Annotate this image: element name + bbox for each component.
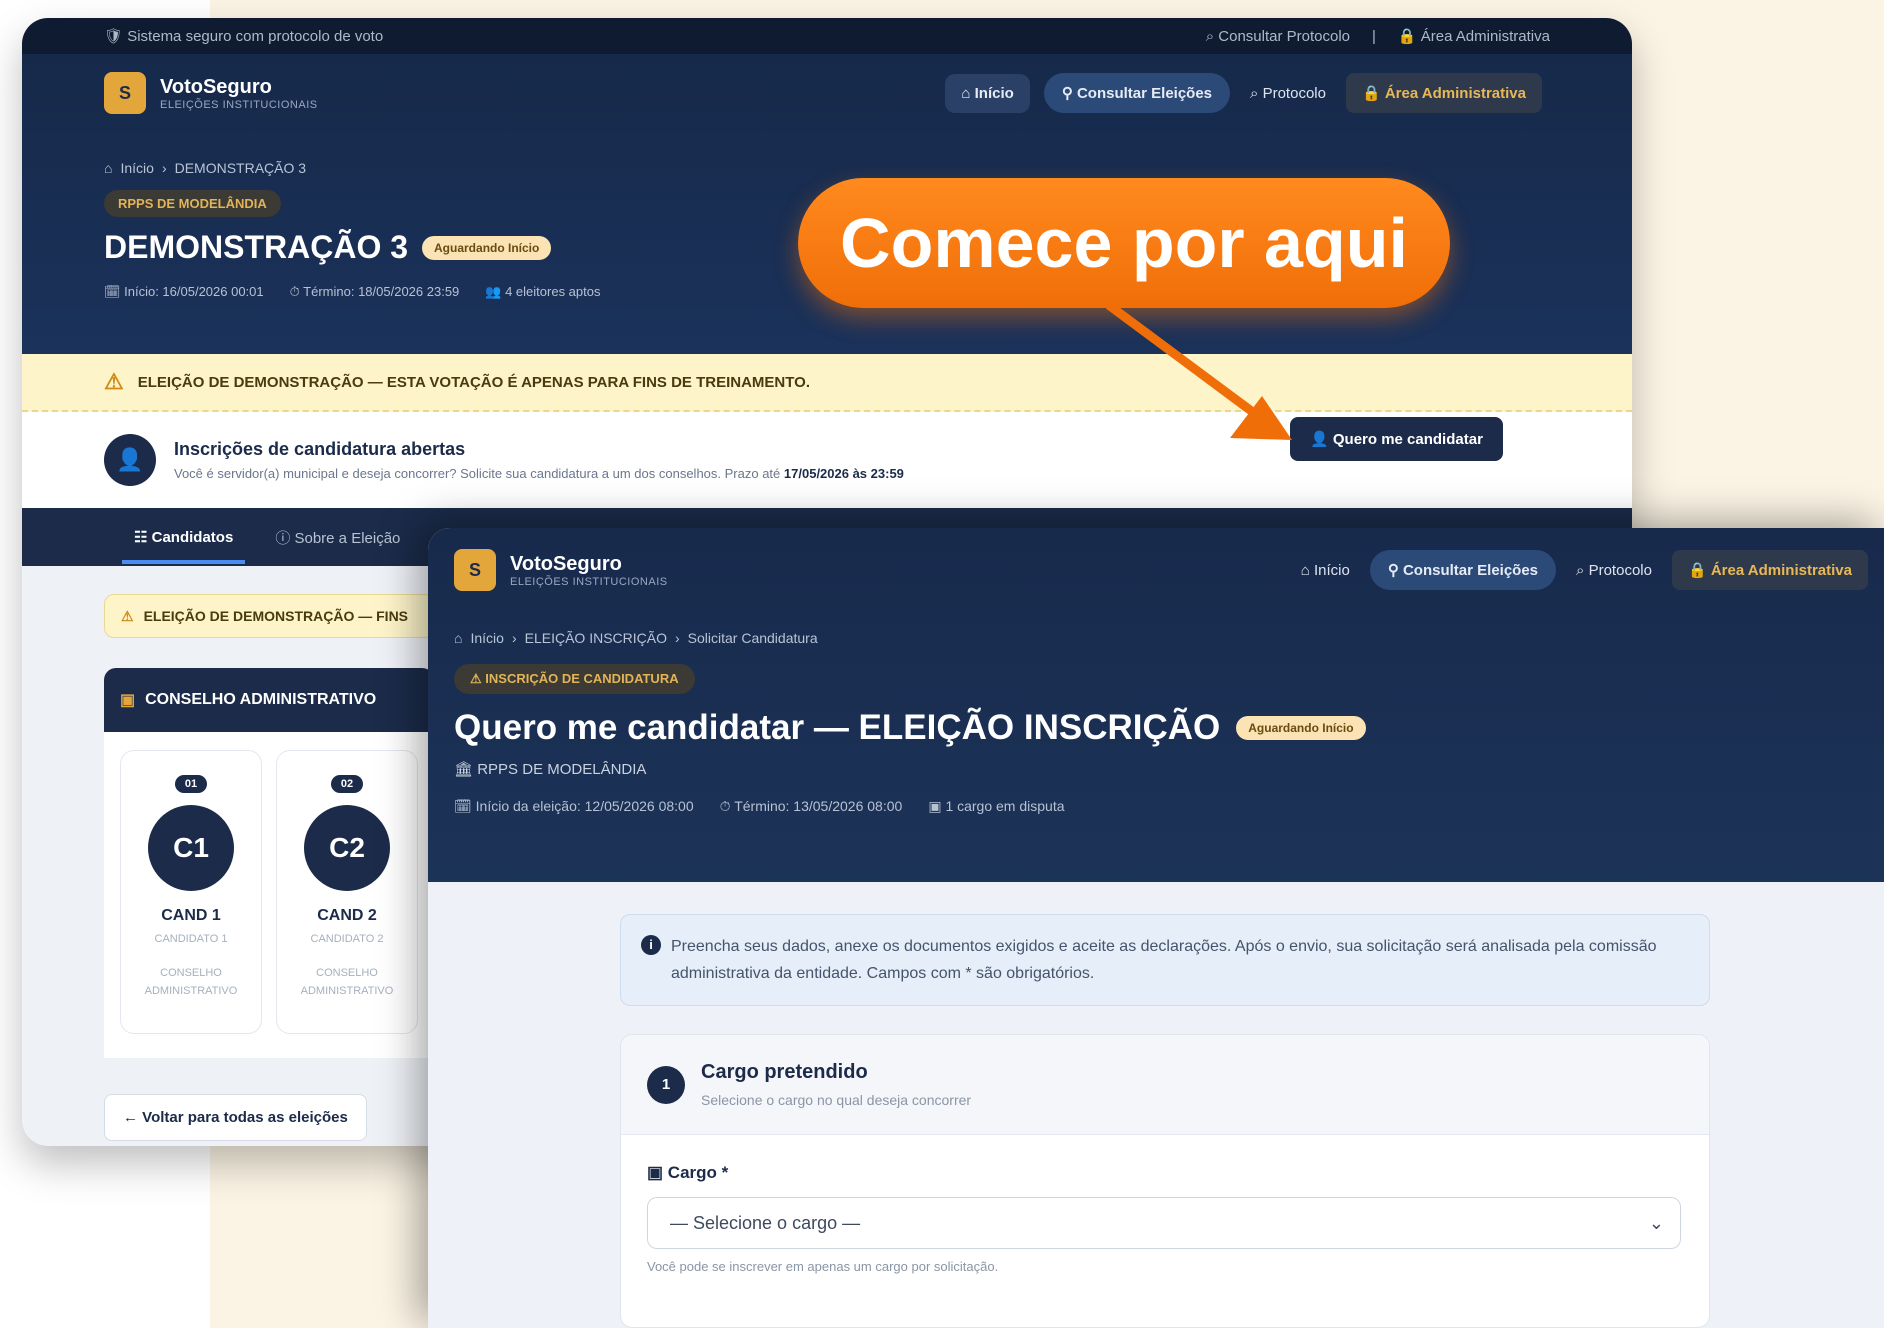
form-tag: ⚠ INSCRIÇÃO DE CANDIDATURA	[454, 664, 695, 694]
section-title: Cargo pretendido	[701, 1061, 868, 1083]
nav-consultar-eleicoes[interactable]: ⚲ Consultar Eleições	[1369, 550, 1557, 590]
user-plus-icon: 👤	[104, 434, 156, 486]
warning-icon: ⚠	[104, 369, 124, 394]
nav-inicio[interactable]: ⌂ Início	[1295, 551, 1356, 590]
brand-subtitle: ELEIÇÕES INSTITUCIONAIS	[160, 98, 318, 111]
breadcrumb-current: Solicitar Candidatura	[687, 630, 818, 646]
candidate-council: CONSELHO ADMINISTRATIVO	[144, 967, 238, 997]
positions-count: ▣ 1 cargo em disputa	[928, 798, 1065, 814]
registration-title: Inscrições de candidatura abertas	[174, 439, 466, 459]
start-date: 🗓 Início da eleição: 12/05/2026 08:00	[454, 798, 694, 814]
demo-warning-card: ⚠ ELEIÇÃO DE DEMONSTRAÇÃO — FINS	[104, 594, 434, 638]
page-title: Quero me candidatar — ELEIÇÃO INSCRIÇÃO	[454, 708, 1221, 747]
ballot-logo-icon: S	[104, 72, 146, 114]
chevron-down-icon: ⌄	[1648, 1212, 1664, 1233]
warning-icon: ⚠	[121, 607, 134, 624]
avatar: C2	[304, 805, 390, 891]
brand-subtitle: ELEIÇÕES INSTITUCIONAIS	[510, 575, 668, 588]
start-date: 🗓 Início: 16/05/2026 00:01	[104, 284, 264, 299]
brand[interactable]: S VotoSeguro ELEIÇÕES INSTITUCIONAIS	[104, 72, 318, 114]
brand[interactable]: S VotoSeguro ELEIÇÕES INSTITUCIONAIS	[454, 549, 668, 591]
info-icon: i	[641, 935, 661, 955]
candidate-fullname: CANDIDATO 1	[154, 933, 228, 945]
candidate-number: 02	[330, 775, 364, 793]
nav-protocolo[interactable]: ⌕ Protocolo	[1244, 74, 1332, 113]
organization-tag: RPPS DE MODELÂNDIA	[104, 190, 281, 217]
consult-protocol-link[interactable]: ⌕ Consultar Protocolo	[1206, 28, 1350, 45]
section-subtitle: Selecione o cargo no qual deseja concorr…	[701, 1092, 972, 1108]
organization-name: 🏛 RPPS DE MODELÂNDIA	[454, 761, 647, 778]
status-badge: Aguardando Início	[1236, 716, 1366, 740]
candidacy-form-window: S VotoSeguro ELEIÇÕES INSTITUCIONAIS ⌂ I…	[428, 528, 1884, 1328]
candidate-card[interactable]: 02 C2 CAND 2 CANDIDATO 2 CONSELHO ADMINI…	[276, 750, 418, 1034]
nav-protocolo[interactable]: ⌕ Protocolo	[1570, 551, 1658, 590]
breadcrumb: ⌂ Início › ELEIÇÃO INSCRIÇÃO › Solicitar…	[454, 630, 818, 646]
brand-name: VotoSeguro	[510, 552, 622, 575]
home-icon: ⌂	[104, 160, 113, 176]
registration-description: Você é servidor(a) municipal e deseja co…	[174, 466, 904, 481]
breadcrumb-home[interactable]: Início	[470, 630, 503, 646]
home-icon: ⌂	[454, 630, 463, 646]
position-select[interactable]: — Selecione o cargo — ⌄	[647, 1197, 1681, 1249]
end-date: ⏱ Término: 18/05/2026 23:59	[289, 284, 460, 299]
step-number: 1	[647, 1065, 685, 1104]
nav-consultar-eleicoes[interactable]: ⚲ Consultar Eleições	[1043, 73, 1231, 113]
nav-admin[interactable]: 🔒 Área Administrativa	[1671, 550, 1868, 590]
breadcrumb-home[interactable]: Início	[120, 160, 153, 176]
avatar: C1	[148, 805, 234, 891]
council-header: ▣ CONSELHO ADMINISTRATIVO	[104, 668, 434, 732]
position-label: ▣ Cargo *	[647, 1163, 729, 1182]
election-meta: 🗓 Início da eleição: 12/05/2026 08:00 ⏱ …	[428, 778, 1884, 815]
tab-sobre[interactable]: ⓘ Sobre a Eleição	[275, 527, 400, 548]
tab-candidatos[interactable]: ☷ Candidatos	[122, 510, 246, 564]
candidate-fullname: CANDIDATO 2	[310, 933, 384, 945]
back-to-elections-button[interactable]: ← Voltar para todas as eleições	[104, 1094, 367, 1141]
position-section: 1 Cargo pretendido Selecione o cargo no …	[620, 1034, 1710, 1328]
demo-warning-banner: ⚠ ELEIÇÃO DE DEMONSTRAÇÃO — ESTA VOTAÇÃO…	[22, 354, 1632, 412]
breadcrumb-election[interactable]: ELEIÇÃO INSCRIÇÃO	[525, 630, 667, 646]
secure-notice: 🛡 Sistema seguro com protocolo de voto	[104, 28, 384, 45]
breadcrumb-current: DEMONSTRAÇÃO 3	[174, 160, 307, 176]
candidate-card[interactable]: 01 C1 CAND 1 CANDIDATO 1 CONSELHO ADMINI…	[120, 750, 262, 1034]
section-header: 1 Cargo pretendido Selecione o cargo no …	[621, 1035, 1709, 1135]
candidate-name: CAND 2	[317, 907, 377, 924]
candidate-council: CONSELHO ADMINISTRATIVO	[300, 967, 394, 997]
status-badge: Aguardando Início	[422, 235, 552, 260]
candidate-list: 01 C1 CAND 1 CANDIDATO 1 CONSELHO ADMINI…	[104, 732, 434, 1058]
nav-inicio[interactable]: ⌂ Início	[945, 73, 1030, 113]
main-nav: S VotoSeguro ELEIÇÕES INSTITUCIONAIS ⌂ I…	[428, 528, 1884, 612]
candidate-name: CAND 1	[161, 907, 221, 924]
nav-admin[interactable]: 🔒 Área Administrativa	[1345, 73, 1542, 113]
admin-area-link[interactable]: 🔒 Área Administrativa	[1398, 27, 1550, 45]
candidate-number: 01	[174, 775, 208, 793]
instructions-notice: i Preencha seus dados, anexe os document…	[620, 914, 1710, 1006]
position-hint: Você pode se inscrever em apenas um carg…	[647, 1259, 999, 1274]
apply-candidacy-button[interactable]: 👤 Quero me candidatar	[1290, 417, 1503, 461]
top-utility-bar: 🛡 Sistema seguro com protocolo de voto ⌕…	[22, 18, 1632, 54]
end-date: ⏱ Término: 13/05/2026 08:00	[719, 798, 903, 814]
ballot-logo-icon: S	[454, 549, 496, 591]
briefcase-icon: ▣	[120, 692, 136, 709]
page-title: DEMONSTRAÇÃO 3	[104, 229, 409, 265]
main-nav: S VotoSeguro ELEIÇÕES INSTITUCIONAIS ⌂ I…	[22, 54, 1632, 132]
brand-name: VotoSeguro	[160, 75, 272, 98]
breadcrumb: ⌂ Início › DEMONSTRAÇÃO 3	[104, 160, 307, 176]
start-here-callout: Comece por aqui	[798, 178, 1450, 308]
voters-count: 👥 4 eleitores aptos	[485, 284, 601, 299]
form-hero: S VotoSeguro ELEIÇÕES INSTITUCIONAIS ⌂ I…	[428, 528, 1884, 882]
